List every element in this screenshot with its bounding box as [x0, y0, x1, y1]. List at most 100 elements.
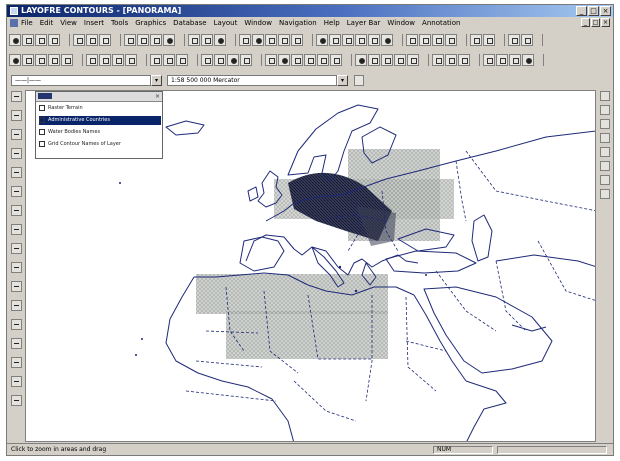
vertical-toolbar-button[interactable]	[11, 205, 22, 216]
drawing-toolbar-button[interactable]	[317, 53, 329, 66]
drawing-toolbar-button[interactable]	[22, 53, 34, 66]
standard-toolbar-button[interactable]	[316, 33, 328, 46]
standard-toolbar-button[interactable]	[22, 33, 34, 46]
drawing-toolbar-button[interactable]	[99, 53, 111, 66]
standard-toolbar-button[interactable]	[124, 33, 136, 46]
standard-toolbar-button[interactable]	[381, 33, 393, 46]
standard-toolbar-button[interactable]	[150, 33, 162, 46]
drawing-toolbar-button[interactable]	[330, 53, 342, 66]
layer-combo-dropdown-icon[interactable]: ▾	[151, 75, 162, 86]
vertical-toolbar-button[interactable]	[11, 338, 22, 349]
standard-toolbar-button[interactable]	[48, 33, 60, 46]
drawing-toolbar-button[interactable]	[227, 53, 239, 66]
standard-toolbar-button[interactable]	[521, 33, 533, 46]
menu-item[interactable]: Layer Bar	[347, 19, 381, 27]
layer-visibility-checkbox[interactable]	[39, 140, 45, 147]
vertical-toolbar-button[interactable]	[11, 186, 22, 197]
layer-combo[interactable]: ——|——	[11, 75, 151, 86]
drawing-toolbar-button[interactable]	[381, 53, 393, 66]
standard-toolbar-button[interactable]	[99, 33, 111, 46]
apply-scale-button[interactable]	[354, 75, 364, 86]
right-toolbar-button[interactable]	[600, 189, 610, 199]
standard-toolbar-button[interactable]	[214, 33, 226, 46]
layer-visibility-checkbox[interactable]	[39, 128, 45, 135]
vertical-toolbar-button[interactable]	[11, 129, 22, 140]
right-toolbar-button[interactable]	[600, 133, 610, 143]
drawing-toolbar-button[interactable]	[407, 53, 419, 66]
right-toolbar-button[interactable]	[600, 175, 610, 185]
vertical-toolbar-button[interactable]	[11, 224, 22, 235]
menu-item[interactable]: View	[60, 19, 77, 27]
scale-combo-dropdown-icon[interactable]: ▾	[337, 75, 348, 86]
standard-toolbar-button[interactable]	[470, 33, 482, 46]
layer-visibility-checkbox[interactable]	[39, 116, 45, 123]
drawing-toolbar-button[interactable]	[201, 53, 213, 66]
drawing-toolbar-button[interactable]	[150, 53, 162, 66]
close-button[interactable]: ×	[600, 6, 611, 16]
standard-toolbar-button[interactable]	[445, 33, 457, 46]
drawing-toolbar-button[interactable]	[483, 53, 495, 66]
scale-combo[interactable]: 1:58 500 000 Mercator	[167, 75, 337, 86]
standard-toolbar-button[interactable]	[432, 33, 444, 46]
vertical-toolbar-button[interactable]	[11, 281, 22, 292]
drawing-toolbar-button[interactable]	[9, 53, 21, 66]
legend-close-icon[interactable]: ×	[155, 92, 160, 101]
drawing-toolbar-button[interactable]	[125, 53, 137, 66]
drawing-toolbar-button[interactable]	[35, 53, 47, 66]
drawing-toolbar-button[interactable]	[265, 53, 277, 66]
standard-toolbar-button[interactable]	[265, 33, 277, 46]
drawing-toolbar-button[interactable]	[394, 53, 406, 66]
menu-item[interactable]: Graphics	[135, 19, 166, 27]
drawing-toolbar-button[interactable]	[445, 53, 457, 66]
standard-toolbar-button[interactable]	[201, 33, 213, 46]
drawing-toolbar-button[interactable]	[48, 53, 60, 66]
drawing-toolbar-button[interactable]	[112, 53, 124, 66]
drawing-toolbar-button[interactable]	[304, 53, 316, 66]
drawing-toolbar-button[interactable]	[496, 53, 508, 66]
doc-minimize-button[interactable]: _	[581, 18, 590, 27]
vertical-toolbar-button[interactable]	[11, 110, 22, 121]
right-toolbar-button[interactable]	[600, 161, 610, 171]
drawing-toolbar-button[interactable]	[522, 53, 534, 66]
standard-toolbar-button[interactable]	[9, 33, 21, 46]
drawing-toolbar-button[interactable]	[509, 53, 521, 66]
drawing-toolbar-button[interactable]	[278, 53, 290, 66]
standard-toolbar-button[interactable]	[291, 33, 303, 46]
vertical-toolbar-button[interactable]	[11, 357, 22, 368]
doc-close-button[interactable]: ×	[601, 18, 610, 27]
menu-item[interactable]: Annotation	[422, 19, 460, 27]
drawing-toolbar-button[interactable]	[355, 53, 367, 66]
menu-item[interactable]: Layout	[214, 19, 238, 27]
standard-toolbar-button[interactable]	[278, 33, 290, 46]
vertical-toolbar-button[interactable]	[11, 91, 22, 102]
minimize-button[interactable]: _	[576, 6, 587, 16]
standard-toolbar-button[interactable]	[483, 33, 495, 46]
standard-toolbar-button[interactable]	[188, 33, 200, 46]
standard-toolbar-button[interactable]	[368, 33, 380, 46]
menu-item[interactable]: Help	[324, 19, 340, 27]
legend-menu-button[interactable]	[38, 93, 52, 99]
standard-toolbar-button[interactable]	[406, 33, 418, 46]
legend-item[interactable]: Water Bodies Names	[39, 128, 161, 137]
menu-item[interactable]: Tools	[111, 19, 128, 27]
vertical-toolbar-button[interactable]	[11, 395, 22, 406]
right-toolbar-button[interactable]	[600, 91, 610, 101]
maximize-button[interactable]: □	[588, 6, 599, 16]
standard-toolbar-button[interactable]	[137, 33, 149, 46]
legend-item[interactable]: Grid Contour Names of Layer	[39, 140, 161, 149]
drawing-toolbar-button[interactable]	[240, 53, 252, 66]
drawing-toolbar-button[interactable]	[432, 53, 444, 66]
right-toolbar-button[interactable]	[600, 119, 610, 129]
standard-toolbar-button[interactable]	[329, 33, 341, 46]
drawing-toolbar-button[interactable]	[368, 53, 380, 66]
layer-visibility-checkbox[interactable]	[39, 104, 45, 111]
drawing-toolbar-button[interactable]	[214, 53, 226, 66]
drawing-toolbar-button[interactable]	[86, 53, 98, 66]
menu-item[interactable]: Window	[244, 19, 272, 27]
menu-item[interactable]: Database	[173, 19, 206, 27]
standard-toolbar-button[interactable]	[419, 33, 431, 46]
standard-toolbar-button[interactable]	[342, 33, 354, 46]
vertical-toolbar-button[interactable]	[11, 167, 22, 178]
drawing-toolbar-button[interactable]	[458, 53, 470, 66]
drawing-toolbar-button[interactable]	[163, 53, 175, 66]
